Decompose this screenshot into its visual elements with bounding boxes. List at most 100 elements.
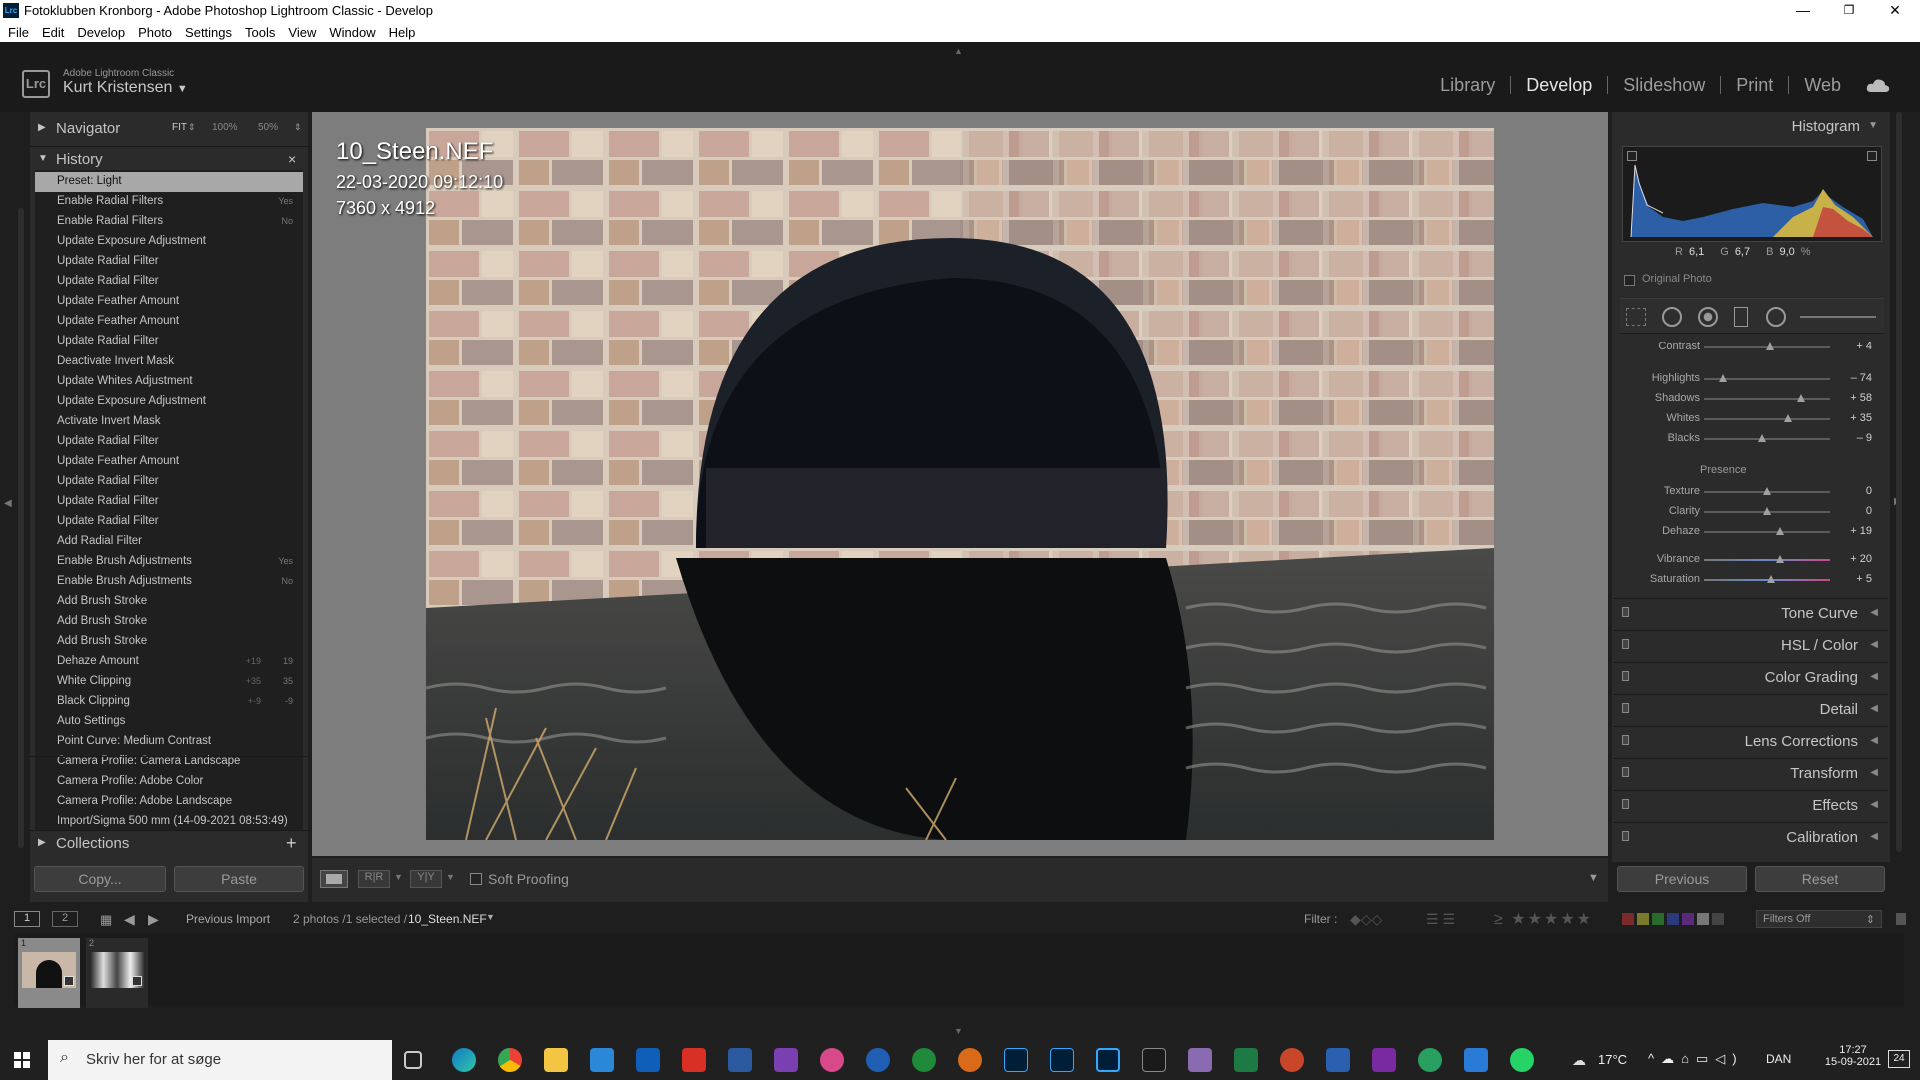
- loupe-view-icon[interactable]: [320, 870, 348, 888]
- chevron-down-icon[interactable]: ▼: [177, 83, 188, 95]
- edge-icon[interactable]: [452, 1048, 476, 1072]
- chevron-down-icon[interactable]: ▼: [394, 872, 403, 882]
- slider-saturation[interactable]: Saturation + 5: [1622, 571, 1880, 589]
- slider-clarity-thumb[interactable]: [1763, 507, 1771, 515]
- task-view-icon[interactable]: [404, 1051, 422, 1069]
- chrome-icon[interactable]: [498, 1048, 522, 1072]
- module-web[interactable]: Web: [1789, 76, 1856, 94]
- app-icon-purple[interactable]: [774, 1048, 798, 1072]
- slider-vibrance[interactable]: Vibrance + 20: [1622, 551, 1880, 569]
- soft-proofing-checkbox[interactable]: [470, 873, 482, 885]
- slider-saturation-thumb[interactable]: [1766, 575, 1775, 583]
- menu-develop[interactable]: Develop: [77, 25, 125, 40]
- todo-icon[interactable]: [1464, 1048, 1488, 1072]
- slider-shadows-thumb[interactable]: [1797, 394, 1806, 402]
- history-item[interactable]: Camera Profile: Adobe Landscape: [35, 792, 303, 812]
- clear-history-icon[interactable]: ×: [288, 151, 296, 167]
- weather-temp[interactable]: 17°C: [1598, 1052, 1627, 1067]
- navigator-header[interactable]: ▶ Navigator FIT ⇕ 100% 50% ⇕: [30, 116, 308, 142]
- menu-edit[interactable]: Edit: [42, 25, 64, 40]
- panel-switch-icon[interactable]: [1622, 831, 1629, 841]
- zoom-100[interactable]: 100%: [212, 122, 238, 133]
- panel-transform[interactable]: Transform ◀: [1614, 758, 1888, 786]
- reset-button[interactable]: Reset: [1755, 866, 1885, 892]
- slider-vibrance-value[interactable]: + 20: [1850, 553, 1872, 565]
- history-item[interactable]: Point Curve: Medium Contrast: [35, 732, 303, 752]
- history-item[interactable]: Dehaze Amount +19 19: [35, 652, 303, 672]
- arrow-left-icon[interactable]: ◀: [124, 911, 135, 928]
- minimize-button[interactable]: —: [1780, 0, 1826, 22]
- copy-button[interactable]: Copy...: [34, 866, 166, 892]
- brush-icon[interactable]: [1800, 316, 1876, 318]
- slider-dehaze-value[interactable]: + 19: [1850, 525, 1872, 537]
- app-icon-blue[interactable]: [728, 1048, 752, 1072]
- history-item[interactable]: Update Radial Filter: [35, 432, 303, 452]
- slider-highlights[interactable]: Highlights – 74: [1622, 370, 1880, 388]
- history-item[interactable]: Update Feather Amount: [35, 452, 303, 472]
- paste-button[interactable]: Paste: [174, 866, 304, 892]
- module-library[interactable]: Library: [1425, 76, 1512, 94]
- left-panel-toggle-icon[interactable]: ◀: [4, 498, 12, 509]
- history-item[interactable]: Enable Radial Filters Yes: [35, 192, 303, 212]
- panel-calibration[interactable]: Calibration ◀: [1614, 822, 1888, 850]
- panel-toggle-bottom-icon[interactable]: ▼: [954, 1026, 963, 1036]
- highlight-clipping-icon[interactable]: [1867, 151, 1877, 161]
- taskbar-search[interactable]: ⌕ Skriv her for at søge: [48, 1040, 392, 1080]
- menu-settings[interactable]: Settings: [185, 25, 232, 40]
- original-photo-checkbox[interactable]: [1624, 275, 1635, 286]
- panel-effects[interactable]: Effects ◀: [1614, 790, 1888, 818]
- maximize-button[interactable]: ❐: [1826, 0, 1872, 22]
- color-blue-icon[interactable]: [1667, 913, 1679, 925]
- menu-photo[interactable]: Photo: [138, 25, 172, 40]
- previous-button[interactable]: Previous: [1617, 866, 1747, 892]
- filter-lock-icon[interactable]: [1896, 913, 1906, 925]
- panel-switch-icon[interactable]: [1622, 703, 1629, 713]
- slider-texture-value[interactable]: 0: [1866, 485, 1872, 497]
- slider-highlights-thumb[interactable]: [1718, 374, 1727, 382]
- slider-vibrance-track[interactable]: [1704, 559, 1830, 561]
- panel-lens-corrections[interactable]: Lens Corrections ◀: [1614, 726, 1888, 754]
- history-item[interactable]: Preset: Light: [35, 172, 303, 192]
- radial-filter-icon[interactable]: [1766, 307, 1786, 327]
- lightroom-icon[interactable]: [1050, 1048, 1074, 1072]
- file-explorer-icon[interactable]: [544, 1048, 568, 1072]
- red-eye-icon[interactable]: [1698, 307, 1718, 327]
- app-icon-green[interactable]: [1418, 1048, 1442, 1072]
- slider-dehaze-track[interactable]: [1704, 531, 1830, 533]
- histogram-chart[interactable]: [1622, 146, 1882, 242]
- notification-icon[interactable]: 24: [1888, 1050, 1910, 1068]
- slider-blacks-thumb[interactable]: [1757, 434, 1766, 442]
- app-icon-gem[interactable]: [1188, 1048, 1212, 1072]
- mail-icon[interactable]: [590, 1048, 614, 1072]
- whatsapp-icon[interactable]: [1510, 1048, 1534, 1072]
- history-item[interactable]: Update Radial Filter: [35, 492, 303, 512]
- menu-window[interactable]: Window: [329, 25, 375, 40]
- history-item[interactable]: Update Whites Adjustment: [35, 372, 303, 392]
- panel-color-grading[interactable]: Color Grading ◀: [1614, 662, 1888, 690]
- color-green-icon[interactable]: [1652, 913, 1664, 925]
- slider-whites-track[interactable]: [1704, 418, 1830, 420]
- history-item[interactable]: Update Exposure Adjustment: [35, 232, 303, 252]
- slider-shadows-track[interactable]: [1704, 398, 1830, 400]
- identity-plate-user[interactable]: Kurt Kristensen ▼: [63, 79, 188, 97]
- spot-removal-icon[interactable]: [1662, 307, 1682, 327]
- before-after-lr-icon[interactable]: R|R: [358, 870, 390, 888]
- history-item[interactable]: Enable Brush Adjustments Yes: [35, 552, 303, 572]
- powerpoint-icon[interactable]: [1280, 1048, 1304, 1072]
- shadow-clipping-icon[interactable]: [1627, 151, 1637, 161]
- clock[interactable]: 17:27 15-09-2021: [1818, 1044, 1888, 1068]
- menu-file[interactable]: File: [8, 25, 29, 40]
- panel-toggle-top-icon[interactable]: ▲: [954, 46, 963, 56]
- history-item[interactable]: Deactivate Invert Mask: [35, 352, 303, 372]
- second-window-button[interactable]: 2: [52, 911, 78, 927]
- history-item[interactable]: Update Radial Filter: [35, 272, 303, 292]
- history-item[interactable]: Update Radial Filter: [35, 512, 303, 532]
- slider-clarity-value[interactable]: 0: [1866, 505, 1872, 517]
- before-after-tb-icon[interactable]: Y|Y: [410, 870, 442, 888]
- menu-help[interactable]: Help: [389, 25, 416, 40]
- filmstrip-thumb-1[interactable]: 1: [18, 938, 80, 1008]
- history-item[interactable]: Camera Profile: Camera Landscape: [35, 752, 303, 772]
- chevron-down-icon[interactable]: ▼: [446, 872, 455, 882]
- zoom-fit[interactable]: FIT: [172, 122, 187, 133]
- app-icon-d[interactable]: [912, 1048, 936, 1072]
